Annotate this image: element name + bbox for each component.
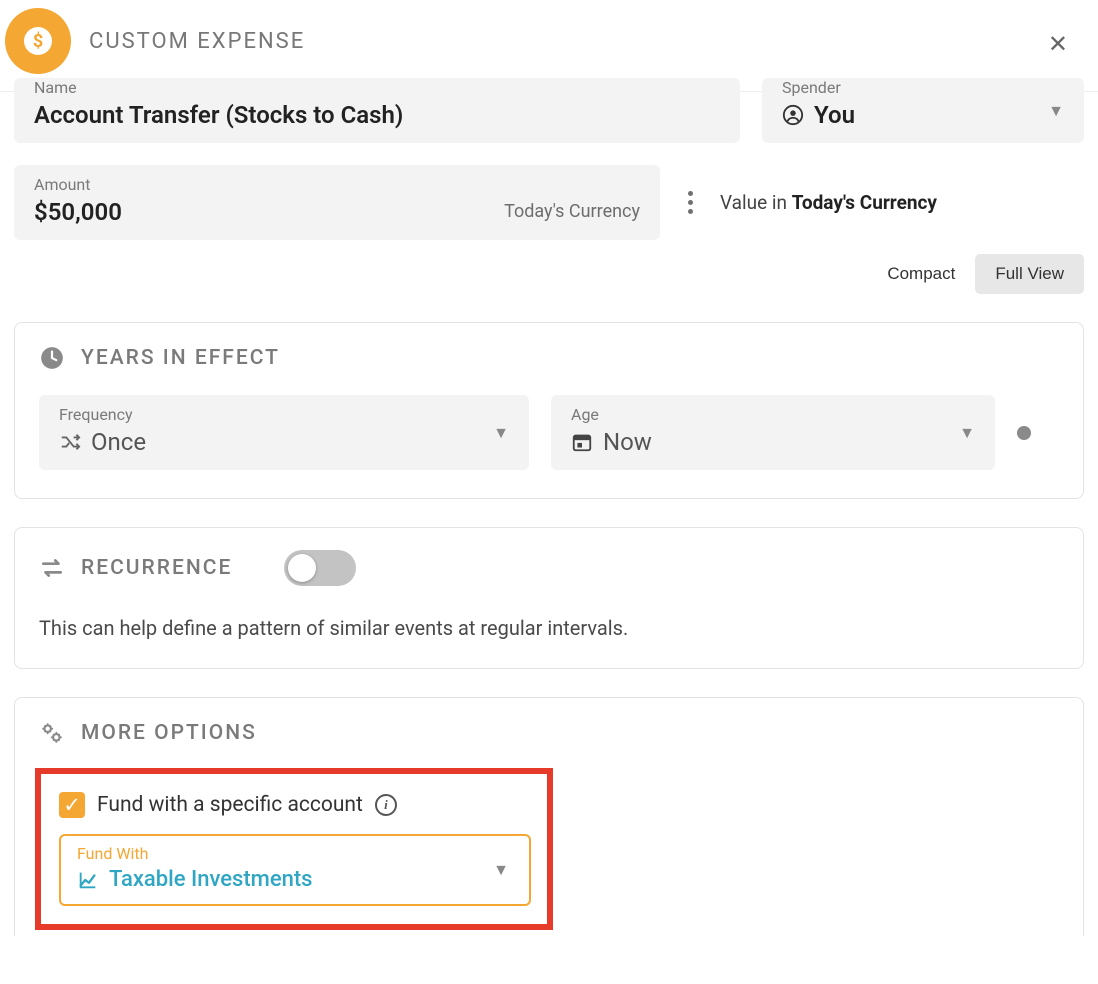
chevron-down-icon: ▼	[493, 860, 509, 880]
name-value: Account Transfer (Stocks to Cash)	[34, 101, 720, 129]
chart-icon	[77, 869, 99, 891]
chevron-down-icon: ▼	[1048, 101, 1064, 121]
fund-with-value: Taxable Investments	[77, 867, 513, 892]
person-icon	[782, 104, 804, 126]
recurrence-description: This can help define a pattern of simila…	[39, 616, 1059, 640]
toggle-knob	[288, 554, 316, 582]
years-in-effect-card: YEARS IN EFFECT Frequency Once ▼ Age Now…	[14, 322, 1084, 499]
repeat-icon	[39, 555, 65, 581]
spender-value: You	[782, 101, 1064, 129]
fund-with-field[interactable]: Fund With Taxable Investments ▼	[59, 834, 531, 906]
dollar-icon: $	[24, 27, 52, 55]
value-in-text: Value in Today's Currency	[720, 191, 937, 214]
clock-icon	[39, 345, 65, 371]
amount-label: Amount	[34, 175, 640, 194]
amount-suffix: Today's Currency	[504, 201, 640, 222]
full-view-button[interactable]: Full View	[975, 254, 1084, 294]
calendar-icon	[571, 431, 593, 453]
view-toggle: Compact Full View	[14, 254, 1084, 294]
spender-field[interactable]: Spender You ▼	[762, 78, 1084, 143]
fund-with-label: Fund With	[77, 844, 513, 863]
more-options-header: MORE OPTIONS	[39, 720, 1059, 746]
dialog-title: CUSTOM EXPENSE	[89, 29, 305, 54]
chevron-down-icon: ▼	[493, 423, 509, 443]
expense-icon: $	[5, 8, 71, 74]
age-value: Now	[571, 428, 975, 456]
fund-specific-checkbox-row[interactable]: ✓ Fund with a specific account i	[59, 792, 531, 818]
frequency-value: Once	[59, 428, 509, 456]
recurrence-toggle[interactable]	[284, 550, 356, 586]
compact-view-button[interactable]: Compact	[867, 254, 975, 294]
info-icon[interactable]: i	[375, 794, 397, 816]
frequency-label: Frequency	[59, 405, 509, 424]
years-in-effect-header: YEARS IN EFFECT	[39, 345, 1059, 371]
recurrence-card: RECURRENCE This can help define a patter…	[14, 527, 1084, 669]
more-options-card: MORE OPTIONS ✓ Fund with a specific acco…	[14, 697, 1084, 936]
amount-field[interactable]: Amount $50,000 Today's Currency	[14, 165, 660, 240]
fund-with-highlight: ✓ Fund with a specific account i Fund Wi…	[35, 768, 553, 930]
age-label: Age	[571, 405, 975, 424]
checkbox-checked-icon[interactable]: ✓	[59, 792, 85, 818]
recurrence-header: RECURRENCE	[39, 550, 1059, 586]
chevron-down-icon: ▼	[959, 423, 975, 443]
timeline-dot	[1017, 426, 1031, 440]
name-field[interactable]: Name Account Transfer (Stocks to Cash)	[14, 78, 740, 143]
close-icon[interactable]: ✕	[1048, 30, 1068, 59]
shuffle-icon	[59, 431, 81, 453]
name-label: Name	[34, 78, 720, 97]
more-menu-icon[interactable]	[678, 188, 702, 218]
gears-icon	[39, 720, 65, 746]
spender-label: Spender	[782, 78, 1064, 97]
frequency-field[interactable]: Frequency Once ▼	[39, 395, 529, 470]
age-field[interactable]: Age Now ▼	[551, 395, 995, 470]
fund-specific-label: Fund with a specific account	[97, 793, 363, 817]
